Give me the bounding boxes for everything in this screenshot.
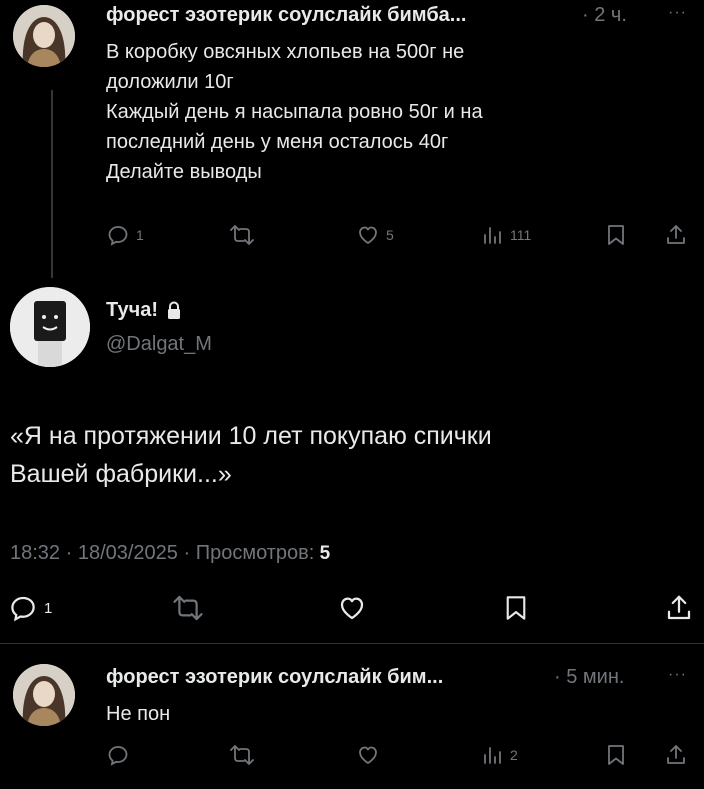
avatar-photo bbox=[10, 287, 90, 367]
post-text-line: «Я на протяжении 10 лет покупаю спички bbox=[10, 422, 492, 450]
reply-icon bbox=[108, 746, 128, 766]
bookmark-button[interactable] bbox=[605, 223, 627, 247]
post-time[interactable]: · 5 мин. bbox=[554, 666, 624, 689]
author-avatar[interactable] bbox=[10, 287, 90, 367]
more-options-icon[interactable]: ··· bbox=[668, 4, 687, 22]
views-button[interactable]: 111 bbox=[482, 223, 531, 247]
views-count: 111 bbox=[510, 227, 532, 243]
post-text: Не пон bbox=[106, 703, 171, 725]
author-handle[interactable]: @Dalgat_M bbox=[106, 333, 212, 356]
like-button[interactable]: 5 bbox=[356, 223, 394, 247]
post-text-line: последний день у меня осталось 40г bbox=[106, 131, 449, 153]
divider bbox=[0, 643, 704, 644]
repost-button[interactable] bbox=[172, 593, 204, 623]
reply-button[interactable]: 1 bbox=[106, 223, 144, 247]
repost-icon bbox=[230, 745, 254, 765]
post-text: «Я на протяжении 10 лет покупаю спички В… bbox=[10, 417, 690, 493]
post-text: В коробку овсяных хлопьев на 500г не дол… bbox=[106, 37, 686, 187]
author-avatar[interactable] bbox=[13, 5, 75, 67]
reply-button[interactable]: 1 bbox=[8, 593, 52, 623]
post-text-line: В коробку овсяных хлопьев на 500г не bbox=[106, 41, 465, 63]
repost-button[interactable] bbox=[229, 743, 255, 767]
more-options-icon[interactable]: ··· bbox=[668, 666, 687, 684]
heart-icon bbox=[359, 226, 377, 244]
repost-button[interactable] bbox=[229, 223, 255, 247]
post-text-line: Делайте выводы bbox=[106, 161, 262, 183]
share-icon bbox=[667, 745, 685, 764]
reply-count: 1 bbox=[136, 227, 144, 243]
repost-icon bbox=[230, 225, 254, 245]
share-icon bbox=[667, 225, 685, 244]
bookmark-button[interactable] bbox=[605, 743, 627, 767]
post-text-line: Каждый день я насыпала ровно 50г и на bbox=[106, 101, 483, 123]
avatar-photo bbox=[13, 5, 75, 67]
post-timestamp-row: 18:32 · 18/03/2025 · Просмотров: 5 bbox=[10, 542, 330, 565]
views-button[interactable]: 2 bbox=[482, 743, 518, 767]
reply-icon bbox=[108, 226, 128, 246]
avatar-photo bbox=[13, 664, 75, 726]
bookmark-button[interactable] bbox=[503, 593, 529, 623]
post-text-line: Вашей фабрики...» bbox=[10, 460, 232, 488]
share-button[interactable] bbox=[664, 743, 688, 767]
post-timestamp[interactable]: 18:32 · 18/03/2025 · Просмотров: bbox=[10, 542, 314, 564]
lock-icon bbox=[167, 301, 180, 319]
share-button[interactable] bbox=[664, 223, 688, 247]
reply-count: 1 bbox=[44, 599, 53, 617]
views-count: 2 bbox=[510, 747, 518, 763]
author-name-row: Туча! bbox=[106, 299, 182, 322]
like-count: 5 bbox=[386, 227, 394, 243]
views-icon bbox=[484, 747, 501, 764]
views-count: 5 bbox=[319, 543, 331, 564]
post-author-name[interactable]: форест эзотерик соулслайк бимба... bbox=[106, 4, 466, 27]
post-author-name[interactable]: Туча! bbox=[106, 299, 158, 322]
thread-line bbox=[51, 90, 53, 278]
post-author-name[interactable]: форест эзотерик соулслайк бим... bbox=[106, 666, 443, 689]
reply-icon bbox=[11, 596, 35, 622]
post-time[interactable]: · 2 ч. bbox=[582, 4, 627, 27]
reply-button[interactable] bbox=[106, 743, 130, 767]
views-icon bbox=[484, 227, 501, 244]
bookmark-icon bbox=[608, 745, 624, 765]
heart-icon bbox=[359, 746, 377, 764]
share-button[interactable] bbox=[664, 593, 694, 623]
like-button[interactable] bbox=[337, 593, 367, 623]
repost-icon bbox=[173, 595, 203, 621]
heart-icon bbox=[340, 597, 364, 620]
author-avatar[interactable] bbox=[13, 664, 75, 726]
like-button[interactable] bbox=[356, 743, 380, 767]
share-icon bbox=[667, 595, 691, 620]
bookmark-icon bbox=[608, 225, 624, 245]
post-text-line: доложили 10г bbox=[106, 71, 234, 93]
bookmark-icon bbox=[506, 596, 526, 620]
